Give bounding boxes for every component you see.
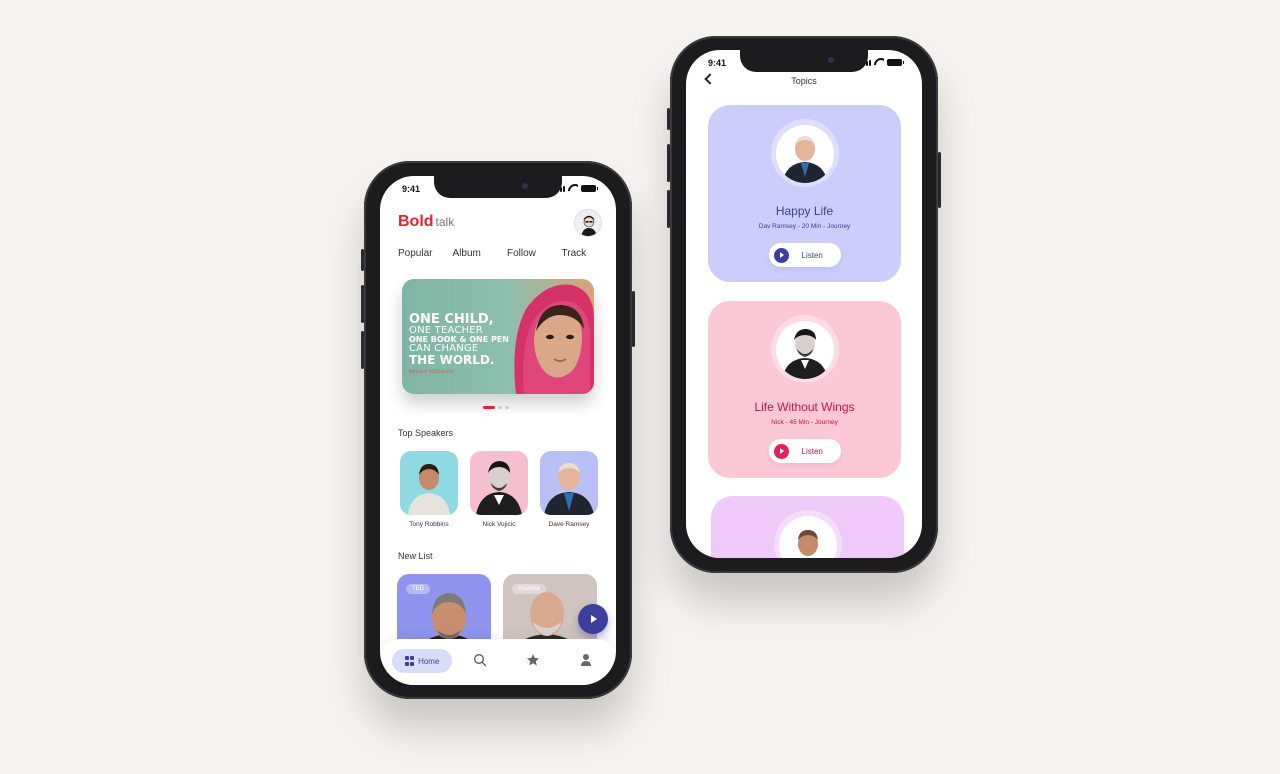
- wifi-icon: [874, 58, 884, 66]
- speaker-name: Tony Robbins: [409, 521, 449, 528]
- play-icon: [773, 247, 789, 263]
- quote-credit: MALALA YOUSAFZAI: [409, 369, 454, 374]
- speaker-name: Dave Ramsey: [548, 521, 590, 528]
- carousel-dot[interactable]: [483, 406, 495, 409]
- notch: [740, 50, 868, 72]
- play-icon: [773, 443, 789, 459]
- featured-banner[interactable]: ONE CHILD, ONE TEACHER ONE BOOK & ONE PE…: [402, 279, 594, 394]
- wifi-icon: [568, 184, 578, 192]
- logo-talk: talk: [435, 215, 455, 229]
- power-button: [938, 152, 941, 208]
- logo-bold: Bold: [398, 213, 434, 230]
- topics-phone: 9:41 Topics Happy Life Dav Ramsey - 20 M…: [667, 36, 941, 573]
- tab-follow[interactable]: Follow: [507, 248, 562, 259]
- topic-speaker-photo: [775, 125, 834, 183]
- topic-meta: Dav Ramsey - 20 Min - Journey: [758, 223, 851, 230]
- home-screen: 9:41 Bold talk Popular Album Follow Track: [380, 176, 616, 685]
- topic-title: Life Without Wings: [754, 400, 855, 414]
- status-time: 9:41: [402, 184, 421, 194]
- mute-switch: [361, 249, 364, 271]
- speakers-row: Tony Robbins Nick Vujicic Dave Ramsey: [400, 451, 598, 528]
- top-speakers-heading: Top Speakers: [398, 428, 454, 438]
- tab-album[interactable]: Album: [453, 248, 508, 259]
- carousel-indicator: [483, 406, 509, 409]
- search-icon[interactable]: [473, 653, 487, 667]
- speaker-photo: [540, 451, 598, 515]
- profile-avatar[interactable]: [574, 209, 602, 237]
- tab-track[interactable]: Track: [562, 248, 617, 259]
- listen-label: Listen: [801, 250, 823, 260]
- battery-icon: [581, 185, 598, 192]
- banner-portrait: [514, 284, 594, 394]
- volume-down-button: [667, 190, 670, 228]
- notch: [434, 176, 562, 198]
- new-list-heading: New List: [398, 551, 433, 561]
- speaker-photo: [400, 451, 458, 515]
- profile-icon[interactable]: [580, 653, 592, 667]
- listen-button[interactable]: Listen: [768, 243, 841, 267]
- bottom-navigation: Home: [380, 639, 616, 685]
- volume-down-button: [361, 331, 364, 369]
- speaker-card[interactable]: Tony Robbins: [400, 451, 458, 528]
- topic-title: Happy Life: [775, 204, 834, 218]
- grid-icon: [404, 656, 415, 666]
- tab-popular[interactable]: Popular: [398, 248, 453, 259]
- speaker-photo: [470, 451, 528, 515]
- topics-screen: 9:41 Topics Happy Life Dav Ramsey - 20 M…: [686, 50, 922, 558]
- banner-quote: ONE CHILD, ONE TEACHER ONE BOOK & ONE PE…: [409, 313, 509, 374]
- status-time: 9:41: [708, 58, 727, 68]
- volume-up-button: [361, 285, 364, 323]
- topic-card[interactable]: [711, 496, 904, 558]
- app-logo: Bold talk: [398, 213, 454, 231]
- star-icon[interactable]: [526, 653, 540, 667]
- volume-up-button: [667, 144, 670, 182]
- battery-icon: [887, 59, 904, 66]
- nav-home-button[interactable]: Home: [392, 649, 452, 673]
- page-title: Topics: [791, 76, 817, 86]
- speaker-card[interactable]: Dave Ramsey: [540, 451, 598, 528]
- carousel-dot[interactable]: [505, 406, 509, 409]
- home-phone: 9:41 Bold talk Popular Album Follow Track: [361, 161, 635, 699]
- speaker-name: Nick Vujicic: [482, 521, 516, 528]
- power-button: [632, 291, 635, 347]
- listen-button[interactable]: Listen: [768, 439, 841, 463]
- quote-line-5: THE WORLD.: [409, 353, 495, 367]
- speaker-card[interactable]: Nick Vujicic: [470, 451, 528, 528]
- topic-speaker-photo: [775, 321, 834, 379]
- topic-card[interactable]: Happy Life Dav Ramsey - 20 Min - Journey…: [708, 105, 901, 282]
- nav-home-label: Home: [418, 656, 440, 666]
- topic-meta: Nick - 45 Min - Journey: [771, 419, 838, 426]
- mute-switch: [667, 108, 670, 130]
- topic-card[interactable]: Life Without Wings Nick - 45 Min - Journ…: [708, 301, 901, 478]
- category-tabs: Popular Album Follow Track: [398, 248, 616, 259]
- carousel-dot[interactable]: [498, 406, 502, 409]
- play-fab-button[interactable]: [578, 604, 608, 634]
- listen-label: Listen: [801, 446, 823, 456]
